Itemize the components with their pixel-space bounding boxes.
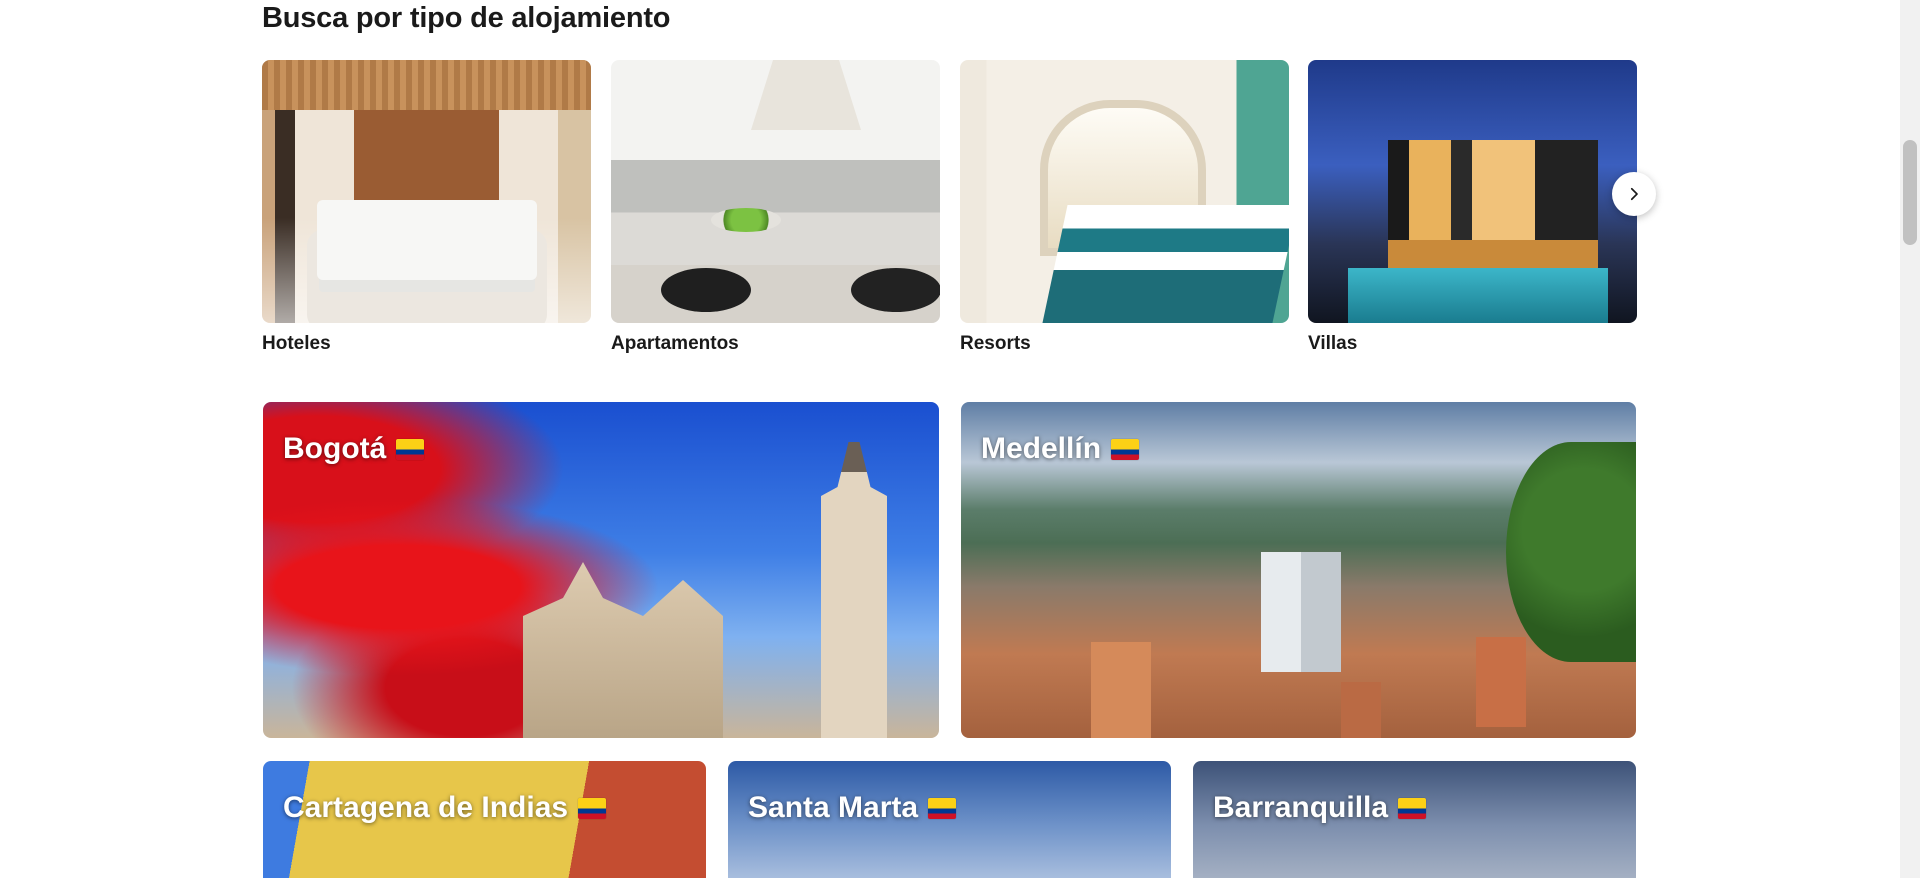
page: Busca por tipo de alojamiento Hoteles Ap…	[0, 0, 1920, 878]
destination-card-medellin[interactable]: Medellín	[961, 402, 1636, 738]
destination-title: Santa Marta	[748, 791, 957, 825]
section-title: Busca por tipo de alojamiento	[262, 2, 671, 34]
property-type-card-hotels[interactable]: Hoteles	[262, 60, 591, 355]
property-type-card-apartments[interactable]: Apartamentos	[611, 60, 940, 355]
destination-title: Bogotá	[283, 432, 425, 466]
colombia-flag-icon	[396, 438, 425, 460]
destination-card-barranquilla[interactable]: Barranquilla	[1193, 761, 1636, 878]
destination-name: Medellín	[981, 432, 1102, 465]
property-type-card-resorts[interactable]: Resorts	[960, 60, 1289, 355]
colombia-flag-icon	[1398, 797, 1427, 819]
hotel-image[interactable]	[262, 60, 591, 323]
property-type-card-villas[interactable]: Villas	[1308, 60, 1637, 355]
destination-name: Cartagena de Indias	[283, 791, 569, 824]
villa-image[interactable]	[1308, 60, 1637, 323]
destination-name: Santa Marta	[748, 791, 919, 824]
property-type-label[interactable]: Resorts	[960, 333, 1289, 355]
colombia-flag-icon	[928, 797, 957, 819]
property-type-label[interactable]: Hoteles	[262, 333, 591, 355]
destination-title: Cartagena de Indias	[283, 791, 607, 825]
destination-name: Bogotá	[283, 432, 387, 465]
resort-image[interactable]	[960, 60, 1289, 323]
property-type-label[interactable]: Villas	[1308, 333, 1637, 355]
destination-title: Medellín	[981, 432, 1140, 466]
property-type-label[interactable]: Apartamentos	[611, 333, 940, 355]
destination-card-bogota[interactable]: Bogotá	[263, 402, 939, 738]
destination-name: Barranquilla	[1213, 791, 1389, 824]
destination-card-santa-marta[interactable]: Santa Marta	[728, 761, 1171, 878]
chevron-right-icon	[1630, 187, 1638, 201]
scrollbar-track[interactable]	[1900, 0, 1920, 878]
apartment-image[interactable]	[611, 60, 940, 323]
carousel-next-button[interactable]	[1612, 172, 1656, 216]
colombia-flag-icon	[1111, 438, 1140, 460]
destination-card-cartagena[interactable]: Cartagena de Indias	[263, 761, 706, 878]
destination-title: Barranquilla	[1213, 791, 1427, 825]
scrollbar-thumb[interactable]	[1903, 140, 1917, 245]
colombia-flag-icon	[578, 797, 607, 819]
